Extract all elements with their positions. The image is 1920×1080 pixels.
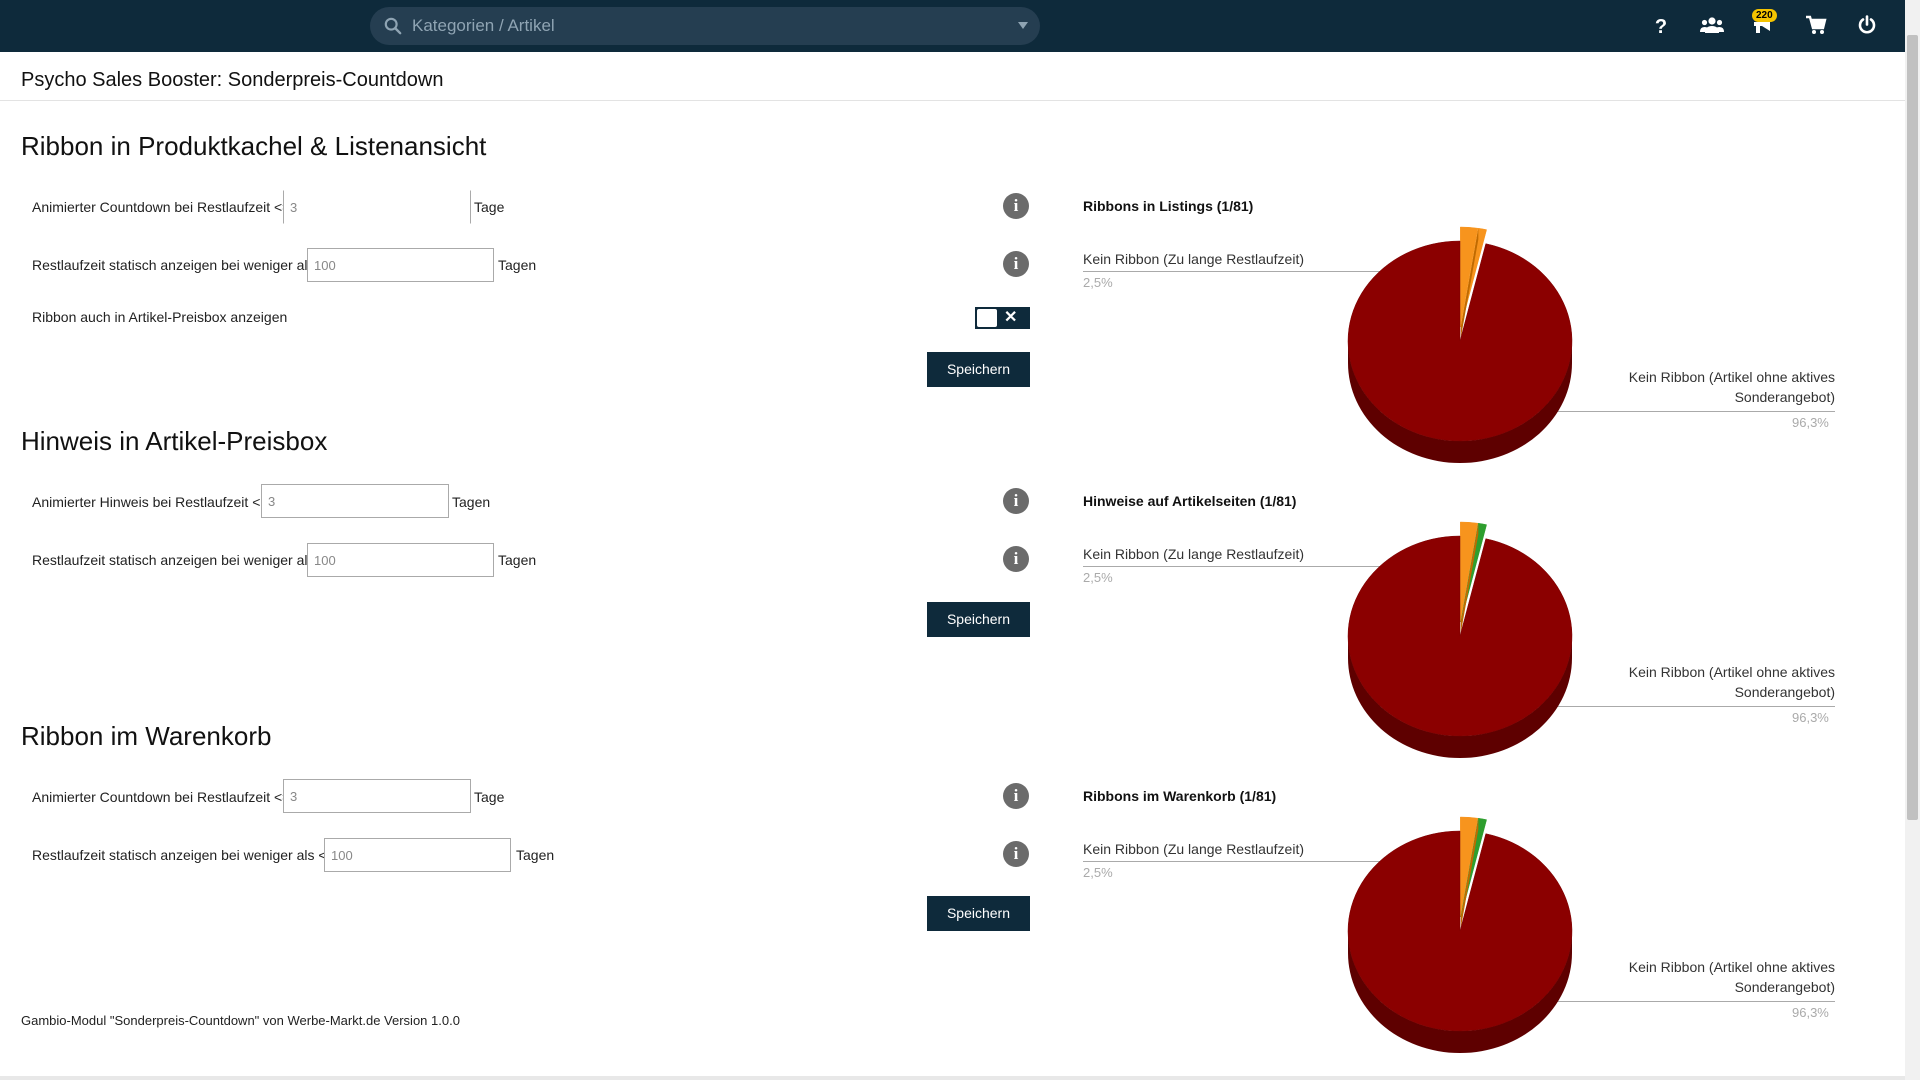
cart-countdown-days-input[interactable]	[283, 779, 471, 813]
toggle-knob	[977, 309, 997, 327]
pricebox-ribbon-toggle[interactable]: ✕	[975, 307, 1030, 329]
pie-slice-percent: 96,3%	[1792, 710, 1829, 725]
page-title: Psycho Sales Booster: Sonderpreis-Countd…	[21, 69, 444, 91]
hint-static-days-unit: Tagen	[498, 552, 537, 568]
cart-countdown-days-unit: Tage	[474, 789, 505, 805]
pie-chart	[1347, 521, 1573, 758]
pie-slice	[1347, 240, 1573, 442]
chart-title: Ribbons im Warenkorb (1/81)	[1083, 788, 1277, 804]
hint-days-unit: Tagen	[452, 494, 491, 510]
horizontal-scrollbar[interactable]	[0, 1076, 1905, 1080]
section-title-cart-ribbon: Ribbon im Warenkorb	[21, 721, 272, 751]
pie-slice-percent: 96,3%	[1792, 415, 1829, 430]
vertical-scrollbar-thumb[interactable]	[1907, 35, 1918, 820]
section-title-pricebox-hint: Hinweis in Artikel-Preisbox	[21, 426, 328, 456]
countdown-days-label: Animierter Countdown bei Restlaufzeit <=	[32, 199, 291, 215]
hint-days-label: Animierter Hinweis bei Restlaufzeit <=	[32, 494, 269, 510]
pie-slice	[1347, 535, 1573, 737]
cart-countdown-days-label: Animierter Countdown bei Restlaufzeit <=	[32, 789, 291, 805]
pie-slice-label: Kein Ribbon (Artikel ohne aktives Sonder…	[1628, 369, 1835, 405]
pie-slice-label: Kein Ribbon (Zu lange Restlaufzeit)	[1083, 546, 1305, 562]
users-icon[interactable]	[1698, 13, 1726, 41]
hint-static-days-input[interactable]	[307, 543, 494, 577]
countdown-days-input[interactable]	[283, 190, 471, 224]
search-icon	[384, 17, 402, 35]
cart-static-days-unit: Tagen	[516, 847, 555, 863]
top-navbar: ? 220	[0, 0, 1905, 52]
cart-icon[interactable]	[1802, 13, 1830, 41]
title-divider	[0, 100, 1905, 101]
chart-title: Hinweise auf Artikelseiten (1/81)	[1083, 493, 1297, 509]
pricebox-toggle-label: Ribbon auch in Artikel-Preisbox anzeigen	[32, 309, 288, 325]
pie-slice-label: Kein Ribbon (Zu lange Restlaufzeit)	[1083, 251, 1305, 267]
pie-chart	[1347, 226, 1573, 463]
power-icon[interactable]	[1853, 13, 1881, 41]
hint-days-input[interactable]	[261, 484, 449, 518]
pie-slice-percent: 2,5%	[1083, 275, 1113, 290]
info-icon[interactable]: i	[1003, 251, 1029, 277]
pie-slice-percent: 2,5%	[1083, 570, 1113, 585]
cart-static-days-input[interactable]	[324, 838, 511, 872]
save-button[interactable]: Speichern	[927, 602, 1030, 637]
static-days-unit: Tagen	[498, 257, 537, 273]
save-button[interactable]: Speichern	[927, 352, 1030, 387]
static-days-label: Restlaufzeit statisch anzeigen bei wenig…	[32, 257, 315, 273]
search-box[interactable]	[370, 7, 1040, 45]
pie-slice-label: Kein Ribbon (Zu lange Restlaufzeit)	[1083, 841, 1305, 857]
info-icon[interactable]: i	[1003, 193, 1029, 219]
pie-chart	[1347, 816, 1573, 1053]
pie-slice-percent: 2,5%	[1083, 865, 1113, 880]
notification-count-badge: 220	[1752, 9, 1777, 22]
info-icon[interactable]: i	[1003, 546, 1029, 572]
question-icon[interactable]: ?	[1647, 13, 1675, 41]
section-title-listing-ribbon: Ribbon in Produktkachel & Listenansicht	[21, 131, 487, 161]
pie-slice	[1347, 830, 1573, 1032]
chevron-down-icon[interactable]	[1018, 22, 1028, 29]
info-icon[interactable]: i	[1003, 488, 1029, 514]
search-input[interactable]	[412, 7, 972, 45]
cart-static-days-label: Restlaufzeit statisch anzeigen bei wenig…	[32, 847, 335, 863]
chart-title: Ribbons in Listings (1/81)	[1083, 198, 1254, 214]
pie-slice-label: Kein Ribbon (Artikel ohne aktives Sonder…	[1628, 959, 1835, 995]
save-button[interactable]: Speichern	[927, 896, 1030, 931]
countdown-days-unit: Tage	[474, 199, 505, 215]
static-days-input[interactable]	[307, 248, 494, 282]
info-icon[interactable]: i	[1003, 783, 1029, 809]
module-footer: Gambio-Modul "Sonderpreis-Countdown" von…	[21, 1013, 460, 1028]
info-icon[interactable]: i	[1003, 841, 1029, 867]
pie-slice-percent: 96,3%	[1792, 1005, 1829, 1020]
hint-static-days-label: Restlaufzeit statisch anzeigen bei wenig…	[32, 552, 315, 568]
pie-slice-label: Kein Ribbon (Artikel ohne aktives Sonder…	[1628, 664, 1835, 700]
close-icon: ✕	[1004, 309, 1018, 326]
